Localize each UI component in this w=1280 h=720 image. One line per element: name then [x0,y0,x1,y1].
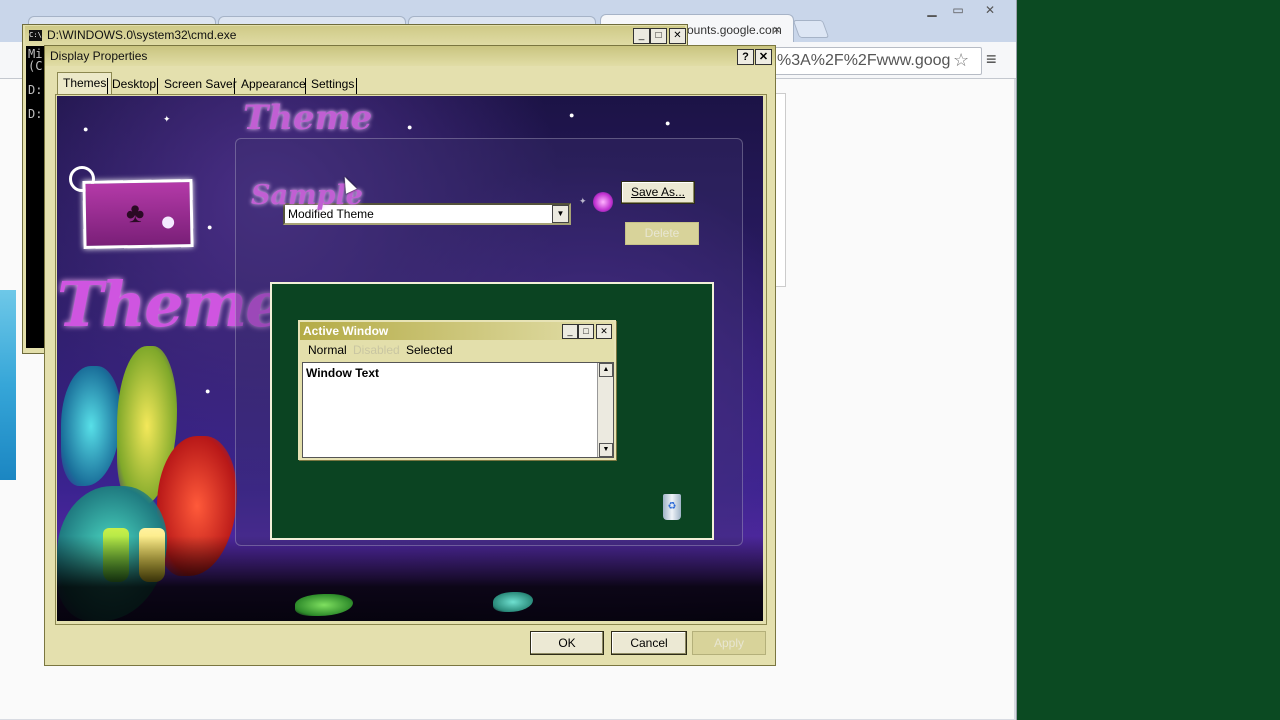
recycle-bin-icon: ♻ [663,494,681,520]
star-decoration: ● [207,222,213,232]
tab-appearance[interactable]: Appearance [241,74,306,94]
apply-button[interactable]: Apply [692,631,766,655]
tree-icon: ♣ [125,196,145,229]
browser-minimize-button[interactable]: ▁ [920,2,944,18]
ok-button[interactable]: OK [530,631,604,655]
browser-restore-button[interactable]: ▭ [946,2,970,18]
sample-window-title: Active Window [303,324,389,338]
cmd-minimize-button[interactable]: _ [633,28,650,44]
cmd-console[interactable]: Mi (C D: D: [26,46,46,348]
scroll-down-icon: ▼ [599,443,613,457]
cmd-icon: C:\ [29,30,42,41]
console-line: (C [28,59,43,73]
cmd-titlebar[interactable]: C:\ D:\WINDOWS.0\system32\cmd.exe _ □ ✕ [25,26,686,46]
address-bar-text: %3A%2F%2Fwww.goog [777,52,951,69]
cmd-maximize-button[interactable]: □ [650,28,667,44]
sample-preview: Active Window _ □ ✕ Normal Disabled Sele… [270,282,714,540]
scroll-up-icon: ▲ [599,363,613,377]
sample-text-area: Window Text ▲ ▼ [302,362,614,458]
star-decoration: ● [569,110,575,120]
star-decoration: ● [665,118,671,128]
sample-window-text: Window Text [306,366,379,380]
desktop-wallpaper-strip [0,290,16,480]
tab-separator [356,78,357,94]
city-silhouette [57,536,763,621]
save-as-button[interactable]: Save As... [621,181,695,204]
maximize-icon: □ [578,324,594,339]
help-button[interactable]: ? [737,49,754,65]
cancel-button[interactable]: Cancel [611,631,687,655]
dialog-title: Display Properties [50,49,148,63]
tab-settings[interactable]: Settings [311,74,354,94]
cmd-title: D:\WINDOWS.0\system32\cmd.exe [47,28,237,42]
console-line: D: [28,83,43,97]
close-icon: ✕ [596,324,612,339]
sample-menu-disabled: Disabled [353,343,400,357]
theme-heading: Theme [243,98,373,138]
tab-desktop[interactable]: Desktop [112,74,156,94]
menu-icon[interactable]: ≡ [986,50,1004,68]
cmd-close-button[interactable]: ✕ [669,28,686,44]
star-decoration: ✦ [163,114,171,124]
delete-button[interactable]: Delete [625,222,699,245]
display-properties-dialog: Display Properties ? ✕ Themes Desktop Sc… [44,45,776,666]
tab-separator [234,78,235,94]
sample-active-window: Active Window _ □ ✕ Normal Disabled Sele… [298,320,616,460]
sample-scrollbar: ▲ ▼ [597,363,613,457]
chevron-down-icon[interactable]: ▼ [552,205,569,223]
new-tab-button[interactable] [792,20,830,38]
tab-separator [305,78,306,94]
bookmark-star-icon[interactable]: ☆ [953,50,969,71]
save-as-label: Save As... [630,185,686,199]
tab-themes[interactable]: Themes [57,72,113,95]
moon-decoration [162,216,175,229]
star-decoration: ● [205,386,211,396]
address-bar[interactable]: %3A%2F%2Fwww.goog ☆ [760,47,982,75]
tab-screen-saver[interactable]: Screen Saver [164,74,237,94]
browser-close-button[interactable]: ✕ [978,2,1002,18]
minimize-icon: _ [562,324,578,339]
dialog-close-button[interactable]: ✕ [755,49,772,65]
sample-menu-selected: Selected [406,343,453,357]
star-decoration: ● [83,124,89,134]
paint-splash [61,366,121,486]
comet-decoration [593,192,613,212]
tab-close-icon[interactable]: × [773,22,781,37]
sample-window-titlebar: Active Window _ □ ✕ [300,322,614,340]
star-decoration: ● [407,122,413,132]
tab-separator [107,78,108,94]
console-line: D: [28,107,43,121]
browser-tab-title: ounts.google.com [687,23,782,37]
sample-menu-normal: Normal [308,343,347,357]
tab-separator [157,78,158,94]
dialog-titlebar[interactable]: Display Properties ? ✕ [45,46,775,66]
tree-photo-image: ♣ [82,179,194,249]
